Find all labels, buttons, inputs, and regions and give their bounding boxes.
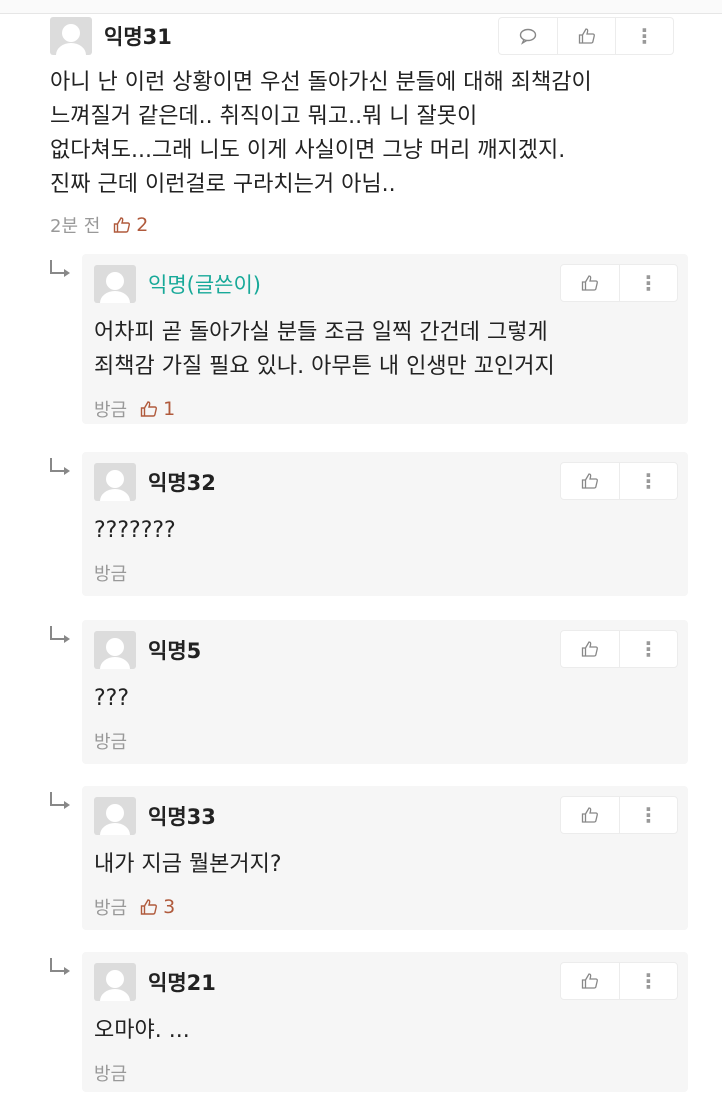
- more-vertical-icon: ⋮: [638, 803, 659, 827]
- thumbs-up-icon: [581, 275, 598, 291]
- reply-nickname: 익명33: [148, 805, 216, 829]
- avatar: [94, 797, 136, 835]
- like-button[interactable]: [561, 963, 619, 999]
- reply-box: 익명32 ⋮ ??????? 방금: [82, 452, 688, 596]
- reply-meta: 방금: [94, 1060, 678, 1086]
- reply-box: 익명5 ⋮ ??? 방금: [82, 620, 688, 764]
- reply-time: 방금: [94, 732, 128, 753]
- reply-arrow-icon: [50, 958, 70, 975]
- reply-text: ???????: [94, 514, 678, 548]
- avatar: [50, 17, 92, 55]
- reply-nickname: 익명(글쓴이): [148, 273, 261, 297]
- reply-meta: 방금: [94, 560, 678, 586]
- more-vertical-icon: ⋮: [638, 469, 659, 493]
- reply-box: 익명33 ⋮ 내가 지금 뭘본거지? 방금 3: [82, 786, 688, 930]
- reply-actions: ⋮: [560, 630, 678, 668]
- like-count-value: 1: [163, 398, 176, 420]
- reply-text-line: 내가 지금 뭘본거지?: [94, 852, 282, 877]
- avatar: [94, 963, 136, 1001]
- avatar: [94, 265, 136, 303]
- thumbs-up-icon: [581, 641, 598, 657]
- more-options-button[interactable]: ⋮: [619, 631, 677, 667]
- reply-nickname: 익명21: [148, 971, 216, 995]
- comment-text-line: 아니 난 이런 상황이면 우선 돌아가신 분들에 대해 죄책감이: [50, 70, 592, 95]
- avatar: [94, 463, 136, 501]
- reply-time: 방금: [94, 400, 128, 421]
- reply-text: 오마야. ...: [94, 1014, 678, 1048]
- reply-box: 익명21 ⋮ 오마야. ... 방금: [82, 952, 688, 1092]
- reply-text: 내가 지금 뭘본거지?: [94, 848, 678, 882]
- reply-box: 익명(글쓴이) ⋮ 어차피 곧 돌아가실 분들 조금 일찍 간건데 그렇게 죄책…: [82, 254, 688, 424]
- like-count: 3: [139, 896, 175, 918]
- more-vertical-icon: ⋮: [638, 637, 659, 661]
- reply-meta: 방금: [94, 728, 678, 754]
- reply-text: 어차피 곧 돌아가실 분들 조금 일찍 간건데 그렇게 죄책감 가질 필요 있나…: [94, 316, 678, 384]
- like-count-value: 2: [136, 214, 149, 236]
- comment-header: 익명31 ⋮: [50, 14, 690, 58]
- comment-meta: 2분 전 2: [50, 212, 690, 238]
- reply-text-line: 죄책감 가질 필요 있나. 아무튼 내 인생만 꼬인거지: [94, 354, 555, 379]
- reply-text-line: 어차피 곧 돌아가실 분들 조금 일찍 간건데 그렇게: [94, 320, 548, 345]
- more-vertical-icon: ⋮: [638, 271, 659, 295]
- reply-meta: 방금 1: [94, 396, 678, 422]
- comment-text-line: 진짜 근데 이런걸로 구라치는거 아님..: [50, 172, 396, 197]
- more-options-button[interactable]: ⋮: [619, 797, 677, 833]
- like-count: 2: [112, 214, 148, 236]
- like-count: 1: [139, 398, 175, 420]
- like-button[interactable]: [561, 631, 619, 667]
- reply-arrow-icon: [50, 792, 70, 809]
- avatar: [94, 631, 136, 669]
- comment: 익명31 ⋮ 아니 난 이런 상황이면 우선 돌아가신 분들에 대해 죄책감이 …: [50, 14, 690, 238]
- more-vertical-icon: ⋮: [634, 24, 655, 48]
- like-button[interactable]: [561, 265, 619, 301]
- reply-text-line: 오마야. ...: [94, 1018, 190, 1043]
- reply-arrow-icon: [50, 626, 70, 643]
- reply-time: 방금: [94, 898, 128, 919]
- reply-time: 방금: [94, 564, 128, 585]
- comment-time: 2분 전: [50, 216, 101, 237]
- thumbs-up-icon: [578, 28, 595, 44]
- comment-text-line: 느껴질거 같은데.. 취직이고 뭐고..뭐 니 잘못이: [50, 104, 478, 129]
- reply-arrow-icon: [50, 458, 70, 475]
- like-button[interactable]: [561, 463, 619, 499]
- speech-bubble-icon: [519, 28, 537, 45]
- reply-nickname: 익명32: [148, 471, 216, 495]
- more-options-button[interactable]: ⋮: [619, 963, 677, 999]
- reply-actions: ⋮: [560, 264, 678, 302]
- reply-text-line: ???: [94, 686, 130, 711]
- reply-text-line: ???????: [94, 518, 176, 543]
- more-options-button[interactable]: ⋮: [619, 463, 677, 499]
- reply-nickname: 익명5: [148, 639, 202, 663]
- reply-arrow-icon: [50, 260, 70, 277]
- reply-time: 방금: [94, 1064, 128, 1085]
- reply-text: ???: [94, 682, 678, 716]
- reply-actions: ⋮: [560, 962, 678, 1000]
- reply-actions: ⋮: [560, 796, 678, 834]
- more-options-button[interactable]: ⋮: [615, 18, 673, 54]
- thumbs-up-icon: [140, 899, 158, 915]
- comment-text: 아니 난 이런 상황이면 우선 돌아가신 분들에 대해 죄책감이 느껴질거 같은…: [50, 66, 690, 202]
- comment-nickname: 익명31: [104, 25, 172, 49]
- comment-actions: ⋮: [498, 17, 674, 55]
- like-count-value: 3: [163, 896, 176, 918]
- more-vertical-icon: ⋮: [638, 969, 659, 993]
- thumbs-up-icon: [581, 807, 598, 823]
- like-button[interactable]: [557, 18, 615, 54]
- reply-actions: ⋮: [560, 462, 678, 500]
- top-divider: [0, 0, 722, 14]
- thumbs-up-icon: [114, 217, 131, 233]
- thumbs-up-icon: [581, 973, 598, 989]
- more-options-button[interactable]: ⋮: [619, 265, 677, 301]
- reply-meta: 방금 3: [94, 894, 678, 920]
- reply-button[interactable]: [499, 18, 557, 54]
- thumbs-up-icon: [140, 401, 158, 417]
- comment-text-line: 없다쳐도...그래 니도 이게 사실이면 그냥 머리 깨지겠지.: [50, 138, 566, 163]
- like-button[interactable]: [561, 797, 619, 833]
- thumbs-up-icon: [581, 473, 598, 489]
